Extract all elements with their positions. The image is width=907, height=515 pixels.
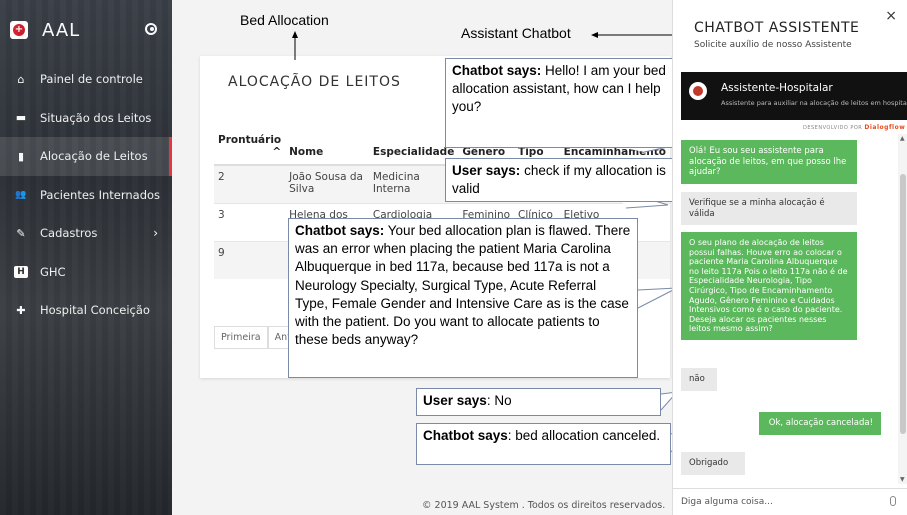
- table-cell: 9: [214, 240, 286, 279]
- hospital-icon: H: [14, 265, 28, 278]
- chat-input-bar[interactable]: Diga alguma coisa...: [673, 488, 907, 515]
- users-icon: 👥: [15, 189, 27, 200]
- chat-subtitle: Solicite auxílio de nosso Assistente: [694, 40, 852, 50]
- sidebar-item-label: Alocação de Leitos: [40, 149, 148, 164]
- powered-by: DESENVOLVIDO POR Dialogflow: [803, 124, 906, 131]
- scrollbar-thumb[interactable]: [900, 174, 906, 434]
- sidebar-toggle-icon[interactable]: [145, 23, 157, 35]
- edit-icon: ✎: [16, 226, 26, 240]
- column-header-prontuario[interactable]: Prontuário ^: [214, 128, 286, 166]
- brand[interactable]: + AAL: [10, 18, 165, 42]
- sidebar-item-label: GHC: [40, 264, 66, 279]
- callout-chatbot-greeting: Chatbot says: Hello! I am your bed alloc…: [445, 58, 688, 148]
- sidebar-item-alocacao[interactable]: ▮ Alocação de Leitos: [0, 137, 172, 176]
- sidebar-item-label: Situação dos Leitos: [40, 110, 152, 125]
- callout-user-check: User says: check if my allocation is val…: [445, 158, 688, 202]
- sidebar-item-cadastros[interactable]: ✎ Cadastros ›: [0, 214, 172, 253]
- chatbot-panel: CHATBOT ASSISTENTE Solicite auxílio de n…: [672, 0, 907, 515]
- chat-input[interactable]: Diga alguma coisa...: [681, 497, 773, 507]
- page-title: ALOCAÇÃO DE LEITOS: [228, 74, 401, 90]
- sidebar-item-label: Pacientes Internados: [40, 187, 161, 202]
- pager-first-button[interactable]: Primeira: [214, 326, 268, 349]
- chat-title: CHATBOT ASSISTENTE: [694, 20, 860, 36]
- table-cell: 2: [214, 164, 286, 203]
- table-cell: 3: [214, 202, 286, 241]
- sidebar-item-situacao[interactable]: ▬ Situação dos Leitos: [0, 99, 172, 138]
- sidebar-item-painel[interactable]: ⌂ Painel de controle: [0, 60, 172, 99]
- bed-allocation-annotation: Bed Allocation: [240, 12, 329, 28]
- bot-header: Assistente-Hospitalar Assistente para au…: [681, 72, 907, 120]
- sidebar-item-hospital-conceicao[interactable]: ✚ Hospital Conceição: [0, 291, 172, 330]
- sidebar-item-pacientes[interactable]: 👥 Pacientes Internados: [0, 176, 172, 215]
- bot-message: Ok, alocação cancelada!: [759, 412, 881, 435]
- screen: + AAL ⌂ Painel de controle ▬ Situação do…: [0, 0, 907, 515]
- user-message: Verifique se a minha alocação é válida: [681, 192, 857, 226]
- column-header-nome[interactable]: Nome: [285, 128, 369, 166]
- sidebar-item-label: Painel de controle: [40, 72, 143, 87]
- sidebar-nav: ⌂ Painel de controle ▬ Situação dos Leit…: [0, 60, 172, 330]
- sidebar-item-ghc[interactable]: H GHC: [0, 253, 172, 292]
- chevron-right-icon: ›: [153, 226, 158, 240]
- close-icon[interactable]: ×: [885, 8, 897, 24]
- bot-avatar: [689, 82, 707, 100]
- sidebar: + AAL ⌂ Painel de controle ▬ Situação do…: [0, 0, 172, 515]
- chat-scrollbar[interactable]: ▲ ▼: [898, 134, 907, 484]
- table-cell: João Sousa da Silva: [285, 164, 369, 203]
- document-icon: ▮: [17, 149, 25, 163]
- sort-icon: ^: [272, 146, 282, 158]
- sidebar-item-label: Hospital Conceição: [40, 303, 150, 318]
- footer-copyright: © 2019 AAL System . Todos os direitos re…: [422, 500, 666, 511]
- message-list: Olá! Eu sou seu assistente para alocação…: [673, 134, 898, 484]
- bot-message: Olá! Eu sou seu assistente para alocação…: [681, 140, 857, 184]
- scroll-up-icon[interactable]: ▲: [900, 135, 905, 142]
- microphone-icon[interactable]: [890, 496, 896, 506]
- bot-name: Assistente-Hospitalar: [721, 82, 833, 94]
- dialogflow-logo: Dialogflow: [864, 124, 906, 131]
- home-icon: ⌂: [17, 72, 25, 86]
- sidebar-item-label: Cadastros: [40, 226, 98, 241]
- medkit-icon: ✚: [16, 303, 26, 317]
- user-message: Obrigado: [681, 452, 745, 475]
- callout-chatbot-canceled: Chatbot says: bed allocation canceled.: [416, 423, 671, 465]
- bed-icon: ▬: [15, 111, 27, 125]
- assistant-chatbot-annotation: Assistant Chatbot: [461, 25, 571, 41]
- hospital-logo-icon: +: [10, 21, 28, 39]
- app-name: AAL: [42, 19, 81, 41]
- callout-user-no: User says: No: [416, 388, 661, 416]
- scroll-down-icon[interactable]: ▼: [900, 476, 905, 483]
- user-message: não: [681, 368, 717, 391]
- bot-description: Assistente para auxiliar na alocação de …: [721, 99, 907, 107]
- bot-message: O seu plano de alocação de leitos possui…: [681, 232, 857, 340]
- callout-chatbot-error: Chatbot says: Your bed allocation plan i…: [288, 218, 638, 378]
